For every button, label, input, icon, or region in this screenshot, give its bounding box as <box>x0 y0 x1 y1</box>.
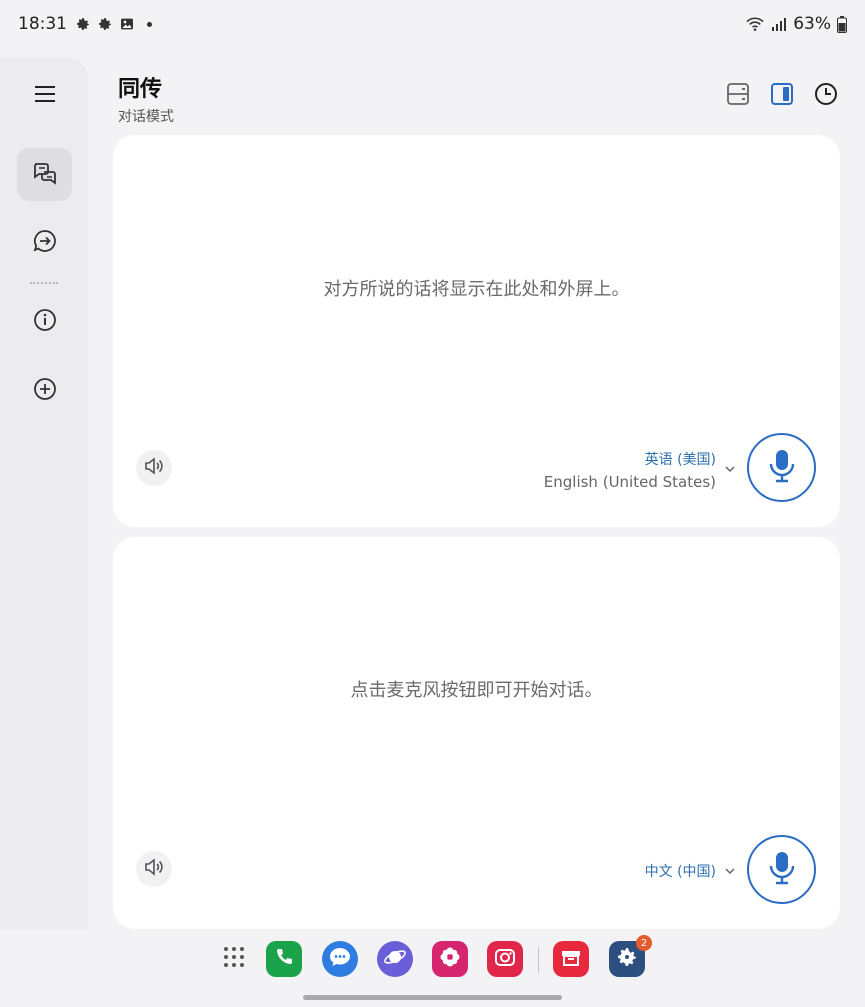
dock-internet[interactable] <box>377 941 413 977</box>
microphone-icon <box>768 850 796 890</box>
navigation-rail <box>0 57 88 929</box>
signal-icon <box>771 16 787 32</box>
hamburger-menu-icon <box>34 84 56 108</box>
top-speaker-button[interactable] <box>136 450 172 486</box>
dock-apps-button[interactable] <box>216 941 252 977</box>
dock-divider <box>538 947 539 973</box>
store-icon <box>559 946 583 972</box>
status-bar: 18:31 63% <box>0 0 865 48</box>
dock-store[interactable] <box>553 941 589 977</box>
split-view-icon <box>726 82 750 110</box>
top-language-selector[interactable]: 英语 (美国) English (United States) <box>544 449 716 491</box>
dock-messages[interactable] <box>322 941 358 977</box>
top-language-native: English (United States) <box>543 473 716 491</box>
page-subtitle: 对话模式 <box>118 109 174 125</box>
info-icon <box>32 307 58 337</box>
gear-icon <box>75 16 91 32</box>
bottom-language-name: 中文 (中国) <box>644 864 716 880</box>
side-panel-icon <box>770 82 794 110</box>
other-speaker-placeholder: 对方所说的话将显示在此处和外屏上。 <box>323 279 630 300</box>
history-clock-icon <box>814 82 838 110</box>
notification-dot <box>147 21 152 27</box>
my-speaker-panel: 点击麦克风按钮即可开始对话。 中文 (中国) <box>113 537 840 929</box>
add-circle-icon <box>32 376 58 406</box>
settings-notification-badge: 2 <box>636 935 652 951</box>
battery-percent: 63% <box>793 14 831 34</box>
wifi-icon <box>745 16 765 32</box>
other-speaker-panel: 对方所说的话将显示在此处和外屏上。 英语 (美国) English (Unite… <box>113 135 840 527</box>
speaker-icon <box>143 857 165 881</box>
top-mic-button[interactable] <box>747 433 816 502</box>
settings-icon <box>615 945 639 973</box>
dock-phone[interactable] <box>266 941 302 977</box>
conversation-mode-icon <box>31 159 59 191</box>
split-view-button[interactable] <box>724 82 752 110</box>
history-button[interactable] <box>812 82 840 110</box>
status-time: 18:31 <box>18 14 67 34</box>
home-indicator[interactable] <box>303 995 562 1000</box>
chevron-down-icon[interactable] <box>723 863 737 877</box>
camera-icon <box>493 946 517 972</box>
page-title: 同传 <box>118 77 163 102</box>
rail-item-add[interactable] <box>17 364 72 417</box>
top-language-name: 英语 (美国) <box>644 452 716 468</box>
bottom-mic-button[interactable] <box>747 835 816 904</box>
rail-item-conversation[interactable] <box>17 148 72 201</box>
side-panel-button[interactable] <box>768 82 796 110</box>
bottom-speaker-button[interactable] <box>136 851 172 887</box>
rail-item-info[interactable] <box>17 295 72 348</box>
dock-camera[interactable] <box>487 941 523 977</box>
speaker-icon <box>143 456 165 480</box>
my-speaker-placeholder: 点击麦克风按钮即可开始对话。 <box>350 680 603 701</box>
internet-icon <box>383 945 407 973</box>
chat-arrow-icon <box>32 228 58 258</box>
bottom-language-selector[interactable]: 中文 (中国) <box>645 861 716 881</box>
messages-icon <box>328 946 352 972</box>
rail-item-listen[interactable] <box>17 216 72 269</box>
gallery-icon <box>119 16 135 32</box>
rail-divider <box>30 282 58 284</box>
phone-icon <box>273 946 295 972</box>
status-left: 18:31 <box>18 14 152 34</box>
apps-grid-icon <box>223 946 245 972</box>
dock-settings[interactable]: 2 <box>609 935 652 977</box>
gallery-flower-icon <box>438 945 462 973</box>
dock-gallery[interactable] <box>432 941 468 977</box>
menu-button[interactable] <box>17 69 72 122</box>
status-right: 63% <box>745 14 847 34</box>
battery-icon <box>837 15 847 33</box>
chevron-down-icon[interactable] <box>723 461 737 475</box>
gear-icon <box>97 16 113 32</box>
microphone-icon <box>768 448 796 488</box>
